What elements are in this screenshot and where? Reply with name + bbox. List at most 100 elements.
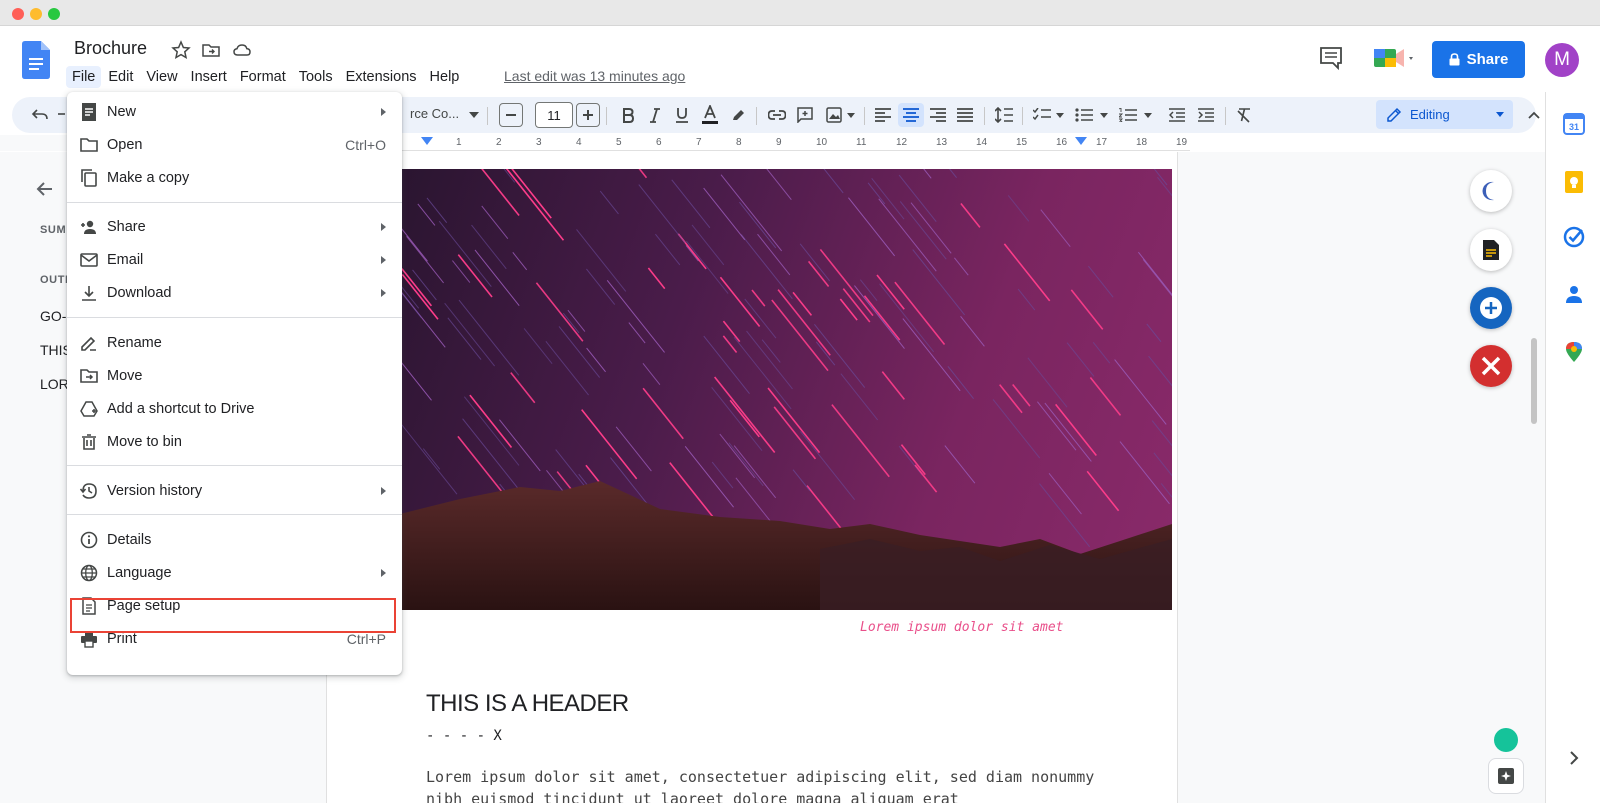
text-color-icon[interactable] xyxy=(697,103,723,127)
submenu-arrow-icon xyxy=(381,255,386,264)
star-icon[interactable] xyxy=(171,40,191,60)
menu-tools[interactable]: Tools xyxy=(293,66,339,88)
file-menu-item-new[interactable]: New xyxy=(67,95,402,128)
docs-logo-icon[interactable] xyxy=(22,41,50,79)
file-menu-item-language[interactable]: Language xyxy=(67,556,402,589)
outline-item[interactable]: GO- xyxy=(40,308,66,324)
file-menu-item-details[interactable]: Details xyxy=(67,523,402,556)
align-left-icon[interactable] xyxy=(871,103,895,127)
minimize-window-button[interactable] xyxy=(30,8,42,20)
file-menu-item-label: Add a shortcut to Drive xyxy=(107,400,255,417)
ruler-number: 2 xyxy=(496,137,502,148)
font-family-select[interactable]: rce Co... xyxy=(410,106,459,121)
bold-icon[interactable] xyxy=(616,103,640,127)
menu-extensions[interactable]: Extensions xyxy=(340,66,423,88)
checklist-icon[interactable] xyxy=(1030,103,1054,127)
star-trail xyxy=(944,445,976,484)
increase-font-size-button[interactable] xyxy=(576,103,600,127)
submenu-arrow-icon xyxy=(381,486,386,495)
menu-insert[interactable]: Insert xyxy=(185,66,233,88)
last-edit-link[interactable]: Last edit was 13 minutes ago xyxy=(504,68,685,84)
comments-icon[interactable] xyxy=(1318,45,1344,71)
maximize-window-button[interactable] xyxy=(48,8,60,20)
file-menu-item-download[interactable]: Download xyxy=(67,276,402,309)
meet-icon[interactable] xyxy=(1372,44,1418,72)
share-button[interactable]: Share xyxy=(1432,41,1525,78)
calendar-icon[interactable]: 31 xyxy=(1562,112,1586,136)
lock-icon xyxy=(1449,53,1460,66)
account-avatar[interactable]: M xyxy=(1545,43,1579,77)
keep-icon[interactable] xyxy=(1562,170,1586,194)
maps-icon[interactable] xyxy=(1562,340,1586,364)
ruler-number: 6 xyxy=(656,137,662,148)
star-trail xyxy=(400,289,422,319)
doc-tool-button[interactable] xyxy=(1470,229,1512,271)
decrease-indent-icon[interactable] xyxy=(1165,103,1189,127)
editing-mode-select[interactable]: Editing xyxy=(1376,100,1513,129)
font-dropdown-icon[interactable] xyxy=(468,103,480,127)
grammarly-icon[interactable] xyxy=(1494,728,1518,752)
menu-format[interactable]: Format xyxy=(234,66,292,88)
close-window-button[interactable] xyxy=(12,8,24,20)
file-menu-item-move[interactable]: Move xyxy=(67,359,402,392)
italic-icon[interactable] xyxy=(643,103,667,127)
file-menu-item-make-a-copy[interactable]: Make a copy xyxy=(67,161,402,194)
bulleted-list-dropdown-icon[interactable] xyxy=(1098,103,1110,127)
insert-image-icon[interactable] xyxy=(822,103,846,127)
align-center-icon[interactable] xyxy=(898,103,924,127)
image-caption[interactable]: Lorem ipsum dolor sit amet xyxy=(860,620,1064,635)
contacts-icon[interactable] xyxy=(1562,282,1586,306)
document-body-text[interactable]: Lorem ipsum dolor sit amet, consectetuer… xyxy=(426,766,1106,803)
increase-indent-icon[interactable] xyxy=(1194,103,1218,127)
clear-formatting-icon[interactable] xyxy=(1232,103,1256,127)
file-menu-item-share[interactable]: Share xyxy=(67,210,402,243)
menu-help[interactable]: Help xyxy=(424,66,466,88)
menu-view[interactable]: View xyxy=(140,66,183,88)
close-extension-button[interactable] xyxy=(1470,345,1512,387)
highlight-color-icon[interactable] xyxy=(726,103,750,127)
document-header[interactable]: THIS IS A HEADER xyxy=(426,690,629,718)
document-title[interactable]: Brochure xyxy=(74,38,147,59)
file-menu-item-add-a-shortcut-to-drive[interactable]: Add a shortcut to Drive xyxy=(67,392,402,425)
undo-icon[interactable] xyxy=(28,103,52,127)
menu-edit[interactable]: Edit xyxy=(102,66,139,88)
insert-link-icon[interactable] xyxy=(764,103,790,127)
font-size-input[interactable]: 11 xyxy=(535,102,573,128)
horizontal-ruler[interactable]: 112345678910111213141516171819 xyxy=(396,135,1190,151)
line-spacing-icon[interactable] xyxy=(992,103,1016,127)
numbered-list-icon[interactable] xyxy=(1116,103,1140,127)
file-menu-item-email[interactable]: Email xyxy=(67,243,402,276)
star-trails-image[interactable] xyxy=(400,169,1172,610)
dark-mode-button[interactable] xyxy=(1470,170,1512,212)
numbered-list-dropdown-icon[interactable] xyxy=(1142,103,1154,127)
vertical-scrollbar[interactable] xyxy=(1531,338,1537,424)
right-indent-marker[interactable] xyxy=(1075,137,1087,145)
back-arrow-icon[interactable] xyxy=(34,178,56,200)
image-dropdown-icon[interactable] xyxy=(845,103,857,127)
add-button[interactable] xyxy=(1470,287,1512,329)
expand-panel-icon[interactable] xyxy=(1562,746,1586,770)
underline-icon[interactable] xyxy=(670,103,694,127)
redo-icon[interactable] xyxy=(55,103,67,127)
move-folder-icon[interactable] xyxy=(201,40,221,60)
left-indent-marker[interactable] xyxy=(421,137,433,145)
add-comment-icon[interactable] xyxy=(793,103,817,127)
justify-icon[interactable] xyxy=(953,103,977,127)
align-right-icon[interactable] xyxy=(926,103,950,127)
decrease-font-size-button[interactable] xyxy=(499,103,523,127)
bulleted-list-icon[interactable] xyxy=(1072,103,1096,127)
star-trail xyxy=(703,335,750,394)
explore-button[interactable] xyxy=(1488,758,1524,794)
tasks-icon[interactable] xyxy=(1562,225,1586,249)
file-menu-item-move-to-bin[interactable]: Move to bin xyxy=(67,425,402,458)
star-trail xyxy=(1146,323,1162,343)
collapse-toolbar-icon[interactable] xyxy=(1522,103,1546,127)
outline-item[interactable]: LOR xyxy=(40,376,69,392)
cloud-saved-icon[interactable] xyxy=(232,40,252,60)
file-menu-item-version-history[interactable]: Version history xyxy=(67,474,402,507)
checklist-dropdown-icon[interactable] xyxy=(1054,103,1066,127)
document-divider-text[interactable]: - - - - X xyxy=(426,728,502,744)
menu-file[interactable]: File xyxy=(66,66,102,88)
file-menu-item-rename[interactable]: Rename xyxy=(67,326,402,359)
file-menu-item-open[interactable]: Open Ctrl+O xyxy=(67,128,402,161)
